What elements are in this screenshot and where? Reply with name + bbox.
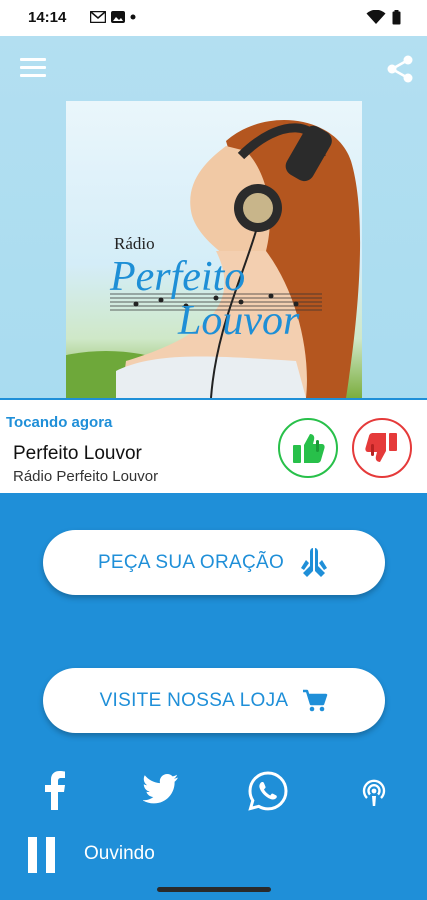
visit-store-button[interactable]: VISITE NOSSA LOJA <box>43 668 385 733</box>
system-icons <box>366 10 401 25</box>
pause-icon[interactable] <box>28 837 58 873</box>
dot-icon <box>130 14 136 20</box>
now-playing-label: Tocando agora <box>6 414 113 431</box>
like-button[interactable] <box>278 418 338 478</box>
notification-icons <box>90 11 136 23</box>
cover-logo-radio: Rádio <box>114 234 155 253</box>
share-icon[interactable] <box>385 54 415 84</box>
photos-icon <box>111 11 125 23</box>
hamburger-menu-icon[interactable] <box>20 58 46 80</box>
playback-status: Ouvindo <box>84 843 155 864</box>
thumbs-up-icon <box>293 434 325 463</box>
twitter-icon[interactable] <box>143 774 179 804</box>
gmail-icon <box>90 11 106 23</box>
now-playing-panel: Tocando agora Perfeito Louvor Rádio Perf… <box>0 398 427 493</box>
home-indicator[interactable] <box>157 887 271 892</box>
facebook-icon[interactable] <box>44 770 66 810</box>
cover-logo-line1: Perfeito <box>110 254 246 300</box>
shopping-cart-icon <box>303 689 328 711</box>
whatsapp-icon[interactable] <box>248 771 288 811</box>
praying-hands-icon <box>301 547 328 577</box>
status-time: 14:14 <box>28 9 67 26</box>
battery-icon <box>392 10 401 25</box>
player-bar: Ouvindo <box>0 832 427 882</box>
dislike-button[interactable] <box>352 418 412 478</box>
status-bar: 14:14 <box>0 0 427 36</box>
wifi-icon <box>366 10 386 24</box>
cover-logo-line2: Louvor <box>178 298 300 344</box>
thumbs-down-icon <box>365 433 397 462</box>
hero-section: Rádio Perfeito Louvor <box>0 36 427 398</box>
cover-artwork <box>66 119 361 398</box>
track-title: Perfeito Louvor <box>13 443 142 464</box>
track-artist: Rádio Perfeito Louvor <box>13 468 159 485</box>
prayer-request-button[interactable]: PEÇA SUA ORAÇÃO <box>43 530 385 595</box>
prayer-request-label: PEÇA SUA ORAÇÃO <box>97 551 285 573</box>
visit-store-label: VISITE NOSSA LOJA <box>99 689 289 711</box>
album-cover: Rádio Perfeito Louvor <box>66 101 362 398</box>
podcast-icon[interactable] <box>361 779 387 807</box>
